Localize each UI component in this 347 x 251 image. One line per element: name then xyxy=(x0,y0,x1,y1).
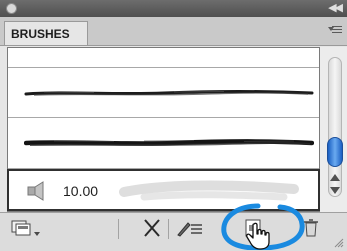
scroll-thumb[interactable] xyxy=(327,137,343,167)
scroll-up-icon[interactable] xyxy=(330,174,340,181)
brush-libraries-menu-button[interactable] xyxy=(8,217,42,239)
scroll-down-icon[interactable] xyxy=(330,187,340,194)
list-item[interactable] xyxy=(8,48,319,68)
brushes-panel: ◀◀ BRUSHES 10.00 xyxy=(0,0,347,251)
panel-menu-icon[interactable] xyxy=(328,24,342,36)
tab-brushes[interactable]: BRUSHES xyxy=(4,21,88,45)
panel-tab-bar: BRUSHES xyxy=(0,17,347,46)
close-panel-button[interactable] xyxy=(6,3,17,14)
toolbar-divider xyxy=(168,219,169,239)
brush-options-button[interactable] xyxy=(174,217,204,239)
libraries-icon xyxy=(11,220,40,236)
list-item[interactable] xyxy=(8,68,319,118)
tab-brushes-label: BRUSHES xyxy=(11,27,70,41)
resize-grip-icon[interactable] xyxy=(334,238,344,248)
speaker-icon xyxy=(27,181,44,201)
brush-size-value: 10.00 xyxy=(63,183,99,199)
remove-brush-stroke-button[interactable] xyxy=(140,217,164,239)
collapse-icon[interactable]: ◀◀ xyxy=(328,1,343,14)
panel-title-bar[interactable]: ◀◀ xyxy=(0,0,347,17)
brush-options-icon xyxy=(177,222,202,237)
brush-list: 10.00 xyxy=(7,47,320,212)
hand-cursor-icon xyxy=(246,222,270,250)
remove-stroke-icon xyxy=(144,219,160,237)
list-item[interactable] xyxy=(8,118,319,169)
toolbar-divider xyxy=(118,219,119,239)
vertical-scrollbar[interactable] xyxy=(320,47,347,212)
charcoal-stroke-thin-icon xyxy=(24,90,314,96)
charcoal-stroke-thick-icon xyxy=(24,139,314,146)
